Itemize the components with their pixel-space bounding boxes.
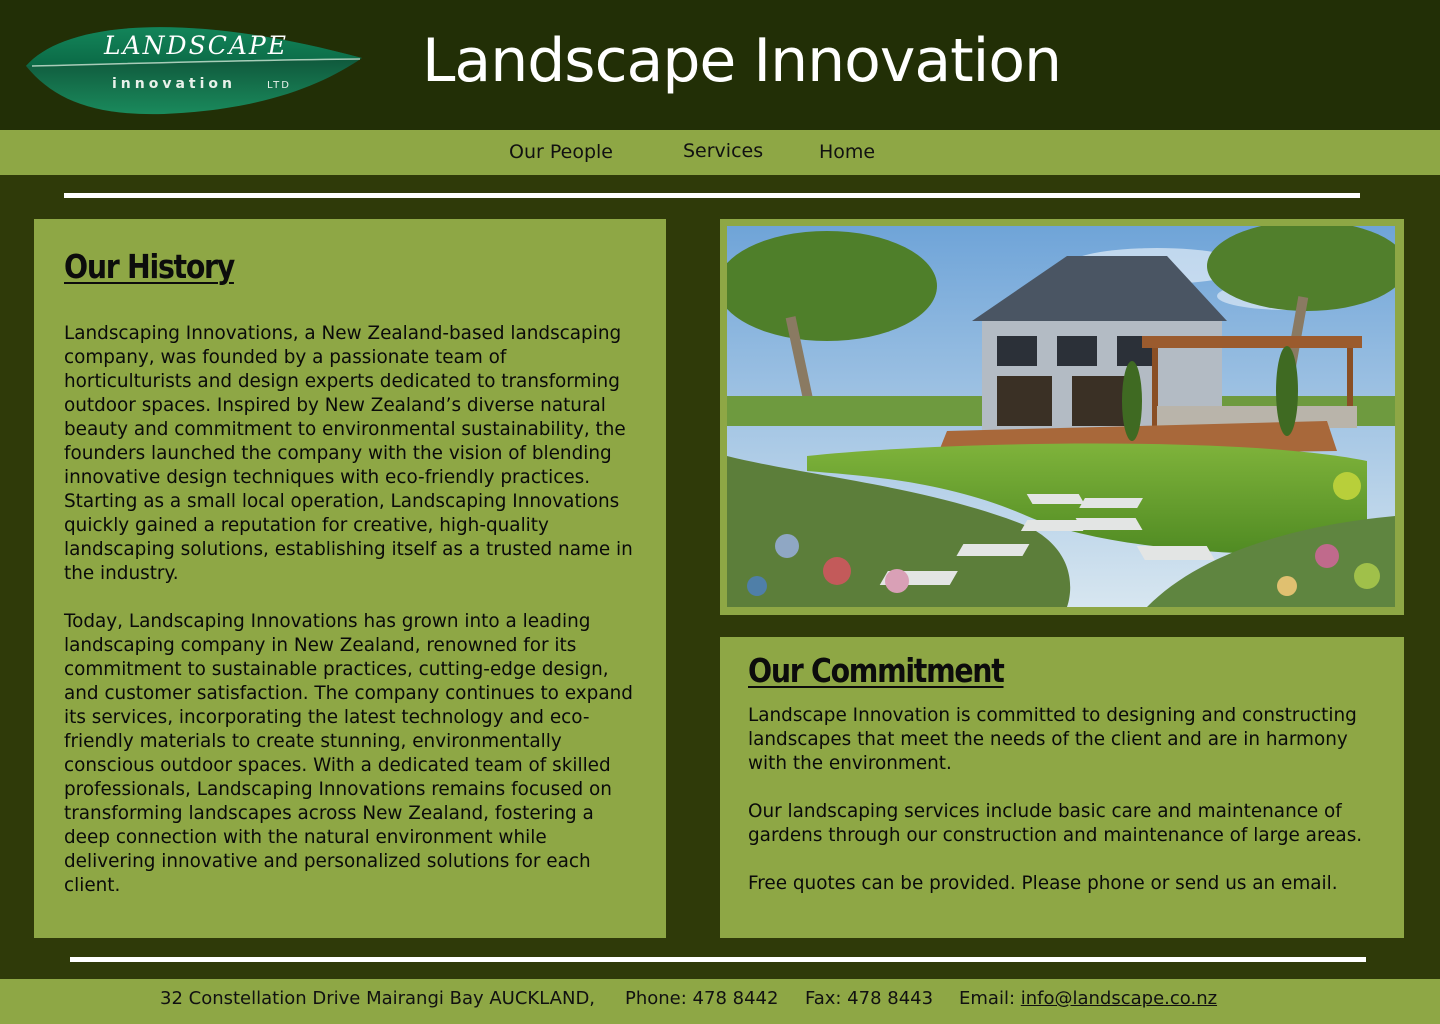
garden-photo-frame [720,219,1404,615]
nav-item-our-people[interactable]: Our People [509,141,613,163]
footer-email-label: Email: [959,988,1021,1009]
nav-item-services[interactable]: Services [683,140,763,162]
commitment-section: Our Commitment Landscape Innovation is c… [720,637,1404,938]
bottom-divider [70,957,1366,962]
top-divider [64,193,1360,198]
footer-phone: Phone: 478 8442 [625,988,779,1009]
footer-email-link[interactable]: info@landscape.co.nz [1021,988,1217,1009]
site-footer: 32 Constellation Drive Mairangi Bay AUCK… [0,979,1440,1024]
logo-ltd: LTD [267,80,291,91]
footer-email: Email: info@landscape.co.nz [959,988,1217,1009]
history-paragraph-2: Today, Landscaping Innovations has grown… [64,611,633,896]
history-paragraph-1: Landscaping Innovations, a New Zealand-b… [64,323,633,584]
commitment-paragraph-1: Landscape Innovation is committed to des… [748,705,1357,774]
garden-house-image [727,226,1395,607]
commitment-paragraph-2: Our landscaping services include basic c… [748,801,1363,846]
footer-address: 32 Constellation Drive Mairangi Bay AUCK… [160,988,596,1009]
nav-item-home[interactable]: Home [819,141,875,163]
history-heading: Our History [64,247,235,286]
commitment-heading: Our Commitment [748,651,1005,690]
logo-wordmark: LANDSCAPE [103,31,288,60]
history-section: Our History Landscaping Innovations, a N… [34,219,666,938]
site-title: Landscape Innovation [422,26,1062,96]
company-logo[interactable]: LANDSCAPE innovation LTD [24,14,366,116]
commitment-paragraph-3: Free quotes can be provided. Please phon… [748,873,1338,894]
site-header: LANDSCAPE innovation LTD Landscape Innov… [0,0,1440,130]
logo-subtitle: innovation [112,76,236,92]
main-nav: Our People Services Home [0,130,1440,175]
footer-fax: Fax: 478 8443 [805,988,934,1009]
